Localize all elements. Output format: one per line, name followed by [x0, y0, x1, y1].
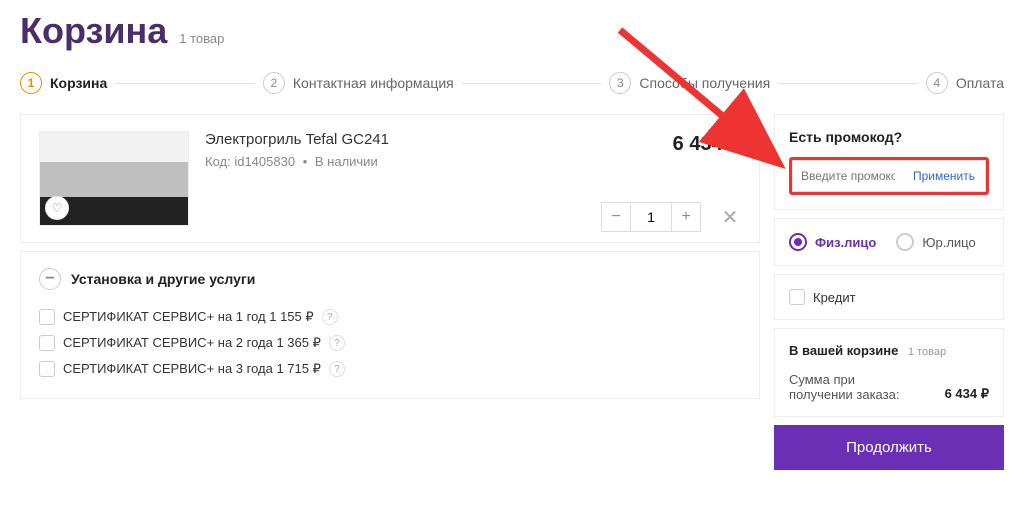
credit-checkbox[interactable] [789, 289, 805, 305]
help-icon[interactable]: ? [329, 335, 345, 351]
proceed-button[interactable]: Продолжить [774, 425, 1004, 470]
product-name[interactable]: Электрогриль Tefal GC241 [205, 131, 657, 148]
customer-type-individual[interactable]: Физ.лицо [789, 233, 876, 251]
promo-input[interactable] [792, 160, 903, 192]
qty-minus-button[interactable]: − [601, 202, 631, 232]
promo-apply-button[interactable]: Применить [903, 160, 986, 192]
cart-item: ♡ Электрогриль Tefal GC241 Код: id140583… [39, 131, 741, 226]
service-label: СЕРТИФИКАТ СЕРВИС+ на 3 года 1 715 ₽ [63, 361, 321, 377]
summary-label: Сумма при получении заказа: [789, 372, 909, 402]
help-icon[interactable]: ? [322, 309, 338, 325]
wishlist-button[interactable]: ♡ [45, 196, 69, 220]
quantity-stepper: − + [601, 202, 701, 232]
service-checkbox[interactable] [39, 335, 55, 351]
step-payment[interactable]: 4 Оплата [926, 72, 1004, 94]
cart-count: 1 товар [179, 31, 224, 46]
service-checkbox[interactable] [39, 309, 55, 325]
services-heading: Установка и другие услуги [71, 271, 255, 287]
service-checkbox[interactable] [39, 361, 55, 377]
collapse-services-button[interactable]: − [39, 268, 61, 290]
summary-heading: В вашей корзине 1 товар [789, 343, 989, 358]
step-contact[interactable]: 2 Контактная информация [263, 72, 454, 94]
service-label: СЕРТИФИКАТ СЕРВИС+ на 1 год 1 155 ₽ [63, 309, 314, 325]
service-label: СЕРТИФИКАТ СЕРВИС+ на 2 года 1 365 ₽ [63, 335, 321, 351]
customer-type-business[interactable]: Юр.лицо [896, 233, 975, 251]
product-code: Код: id1405830 [205, 154, 295, 169]
promo-form: Применить [789, 157, 989, 195]
credit-label: Кредит [813, 290, 856, 305]
page-title: Корзина [20, 10, 167, 52]
promo-heading: Есть промокод? [789, 129, 989, 145]
remove-item-button[interactable]: ✕ [719, 205, 741, 230]
product-image: ♡ [39, 131, 189, 226]
step-delivery[interactable]: 3 Способы получения [609, 72, 770, 94]
checkout-stepper: 1 Корзина 2 Контактная информация 3 Спос… [20, 72, 1004, 94]
help-icon[interactable]: ? [329, 361, 345, 377]
qty-plus-button[interactable]: + [671, 202, 701, 232]
summary-total: 6 434 ₽ [945, 386, 989, 402]
step-cart[interactable]: 1 Корзина [20, 72, 107, 94]
qty-input[interactable] [631, 202, 671, 232]
product-stock: В наличии [315, 154, 378, 169]
